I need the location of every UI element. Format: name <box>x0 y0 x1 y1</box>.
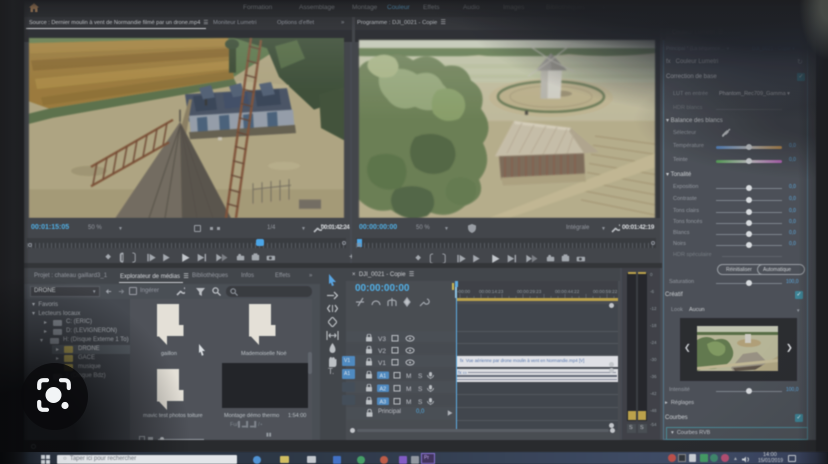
svg-text:S: S <box>418 373 423 379</box>
svg-text:S: S <box>418 399 423 405</box>
svg-text:M: M <box>406 373 411 379</box>
svg-text:M: M <box>406 386 411 392</box>
svg-text:A3: A3 <box>380 400 387 406</box>
svg-text:A1: A1 <box>380 374 387 380</box>
svg-text:M: M <box>406 399 411 405</box>
svg-text:V3: V3 <box>378 336 386 342</box>
svg-text:A2: A2 <box>380 387 387 393</box>
svg-text:V2: V2 <box>378 348 386 354</box>
svg-text:S: S <box>418 386 423 392</box>
svg-text:V1: V1 <box>378 360 386 366</box>
